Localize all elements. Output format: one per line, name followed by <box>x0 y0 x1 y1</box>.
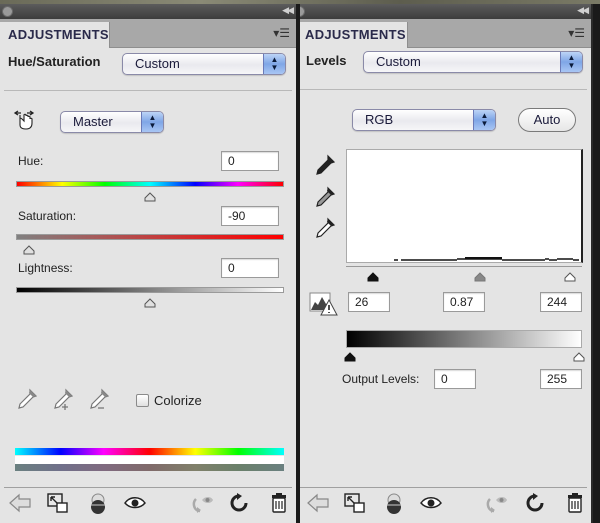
adjustments-panel-levels: ◀◀ ADJUSTMENTS ▾☰ Levels Custom ▲ ▼ RGB ▲… <box>300 4 593 523</box>
output-levels-label: Output Levels: <box>342 372 420 386</box>
targeted-adjustment-hand-icon[interactable] <box>12 107 36 136</box>
adjustment-title: Hue/Saturation <box>8 54 101 69</box>
collapse-icon[interactable]: ◀◀ <box>577 5 589 16</box>
saturation-slider-track[interactable] <box>16 234 284 240</box>
preset-select[interactable]: Custom ▲ ▼ <box>363 51 583 73</box>
output-gradient-bar <box>346 330 582 348</box>
colorize-checkbox[interactable] <box>136 394 149 407</box>
adjustment-title: Levels <box>306 53 347 68</box>
white-point-eyedropper-icon[interactable] <box>314 217 336 244</box>
gamma-input-slider[interactable] <box>474 269 486 282</box>
panel-menu-icon[interactable]: ▾☰ <box>273 26 290 40</box>
view-previous-state-icon[interactable] <box>190 493 214 520</box>
panel-footer <box>0 488 296 523</box>
lightness-input[interactable]: 0 <box>221 258 279 278</box>
close-icon[interactable] <box>2 6 13 17</box>
input-color-bar <box>15 448 284 455</box>
select-arrows-icon: ▲ ▼ <box>473 110 495 130</box>
divider <box>300 89 587 90</box>
white-output-slider[interactable] <box>573 349 585 362</box>
preset-select-value: Custom <box>135 56 180 71</box>
saturation-slider-thumb[interactable] <box>23 242 35 255</box>
saturation-label: Saturation: <box>18 209 77 223</box>
hue-slider-track[interactable] <box>16 181 284 187</box>
reset-icon[interactable] <box>229 493 249 518</box>
eyedropper-icon[interactable] <box>16 388 38 415</box>
back-arrow-icon[interactable] <box>8 493 32 518</box>
lightness-slider-track[interactable] <box>16 287 284 293</box>
hue-slider-thumb[interactable] <box>144 189 156 202</box>
colorize-label: Colorize <box>154 393 202 408</box>
preset-select[interactable]: Custom ▲ ▼ <box>122 53 286 75</box>
trash-icon[interactable] <box>567 493 583 518</box>
black-point-eyedropper-icon[interactable] <box>314 154 336 181</box>
tab-adjustments[interactable]: ADJUSTMENTS <box>300 22 408 48</box>
histogram-graph <box>394 257 579 261</box>
channel-select[interactable]: Master ▲ ▼ <box>60 111 164 133</box>
black-output-slider[interactable] <box>344 349 356 362</box>
eyedropper-subtract-icon[interactable] <box>88 388 110 417</box>
channel-select[interactable]: RGB ▲ ▼ <box>352 109 496 131</box>
select-arrows-icon: ▲ ▼ <box>560 52 582 72</box>
preset-select-value: Custom <box>376 54 421 69</box>
hue-input[interactable]: 0 <box>221 151 279 171</box>
visibility-eye-icon[interactable] <box>420 496 442 515</box>
visibility-eye-icon[interactable] <box>124 496 146 515</box>
color-bar-spacer <box>15 456 284 464</box>
histogram <box>346 149 583 263</box>
output-black-field[interactable]: 0 <box>434 369 476 389</box>
tab-row: ADJUSTMENTS ▾☰ <box>0 19 296 48</box>
input-slider-track[interactable] <box>346 266 582 267</box>
back-arrow-icon[interactable] <box>306 493 330 518</box>
reset-icon[interactable] <box>525 493 545 518</box>
clipping-warning-icon[interactable] <box>309 290 339 323</box>
auto-button[interactable]: Auto <box>518 108 576 132</box>
view-previous-state-icon[interactable] <box>484 493 508 520</box>
output-color-bar <box>15 464 284 471</box>
divider <box>4 90 292 91</box>
select-arrows-icon: ▲ ▼ <box>263 54 285 74</box>
input-gamma-field[interactable]: 0.87 <box>443 292 485 312</box>
panel-menu-icon[interactable]: ▾☰ <box>568 26 585 40</box>
panel-titlebar[interactable]: ◀◀ <box>300 4 591 19</box>
black-input-slider[interactable] <box>367 269 379 282</box>
panel-footer <box>300 488 591 523</box>
lightness-slider-thumb[interactable] <box>144 295 156 308</box>
expand-view-icon[interactable] <box>47 493 69 520</box>
output-white-field[interactable]: 255 <box>540 369 582 389</box>
channel-select-value: Master <box>73 114 113 129</box>
clip-to-layer-icon[interactable] <box>386 493 402 520</box>
expand-view-icon[interactable] <box>344 493 366 520</box>
tab-adjustments[interactable]: ADJUSTMENTS <box>0 22 110 48</box>
channel-select-value: RGB <box>365 112 394 127</box>
tab-row: ADJUSTMENTS ▾☰ <box>300 19 591 48</box>
saturation-input[interactable]: -90 <box>221 206 279 226</box>
eyedropper-add-icon[interactable] <box>52 388 74 417</box>
clip-to-layer-icon[interactable] <box>90 493 106 520</box>
gray-point-eyedropper-icon[interactable] <box>314 186 336 213</box>
input-black-field[interactable]: 26 <box>348 292 390 312</box>
adjustments-panel-hue-saturation: ◀◀ ADJUSTMENTS ▾☰ Hue/Saturation Custom … <box>0 4 296 523</box>
hue-label: Hue: <box>18 154 44 168</box>
select-arrows-icon: ▲ ▼ <box>141 112 163 132</box>
white-input-slider[interactable] <box>564 269 576 282</box>
panel-titlebar[interactable]: ◀◀ <box>0 4 296 19</box>
close-icon[interactable] <box>300 6 305 17</box>
input-white-field[interactable]: 244 <box>540 292 582 312</box>
lightness-label: Lightness: <box>18 261 73 275</box>
trash-icon[interactable] <box>271 493 287 518</box>
collapse-icon[interactable]: ◀◀ <box>282 5 294 16</box>
